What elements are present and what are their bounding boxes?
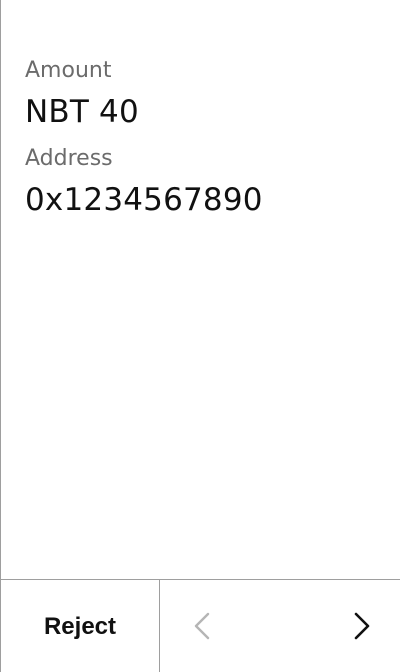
confirm-transaction-screen: Amount NBT 40 Address 0x1234567890 Rejec… bbox=[0, 0, 400, 672]
chevron-left-icon bbox=[194, 612, 210, 640]
transaction-details: Amount NBT 40 Address 0x1234567890 bbox=[25, 56, 376, 232]
amount-value: NBT 40 bbox=[25, 94, 139, 130]
chevron-right-icon bbox=[354, 612, 370, 640]
previous-button[interactable] bbox=[188, 608, 216, 644]
next-button[interactable] bbox=[348, 608, 376, 644]
amount-label: Amount bbox=[25, 58, 112, 83]
reject-button[interactable]: Reject bbox=[1, 580, 160, 672]
action-bar: Reject bbox=[1, 579, 400, 672]
address-value: 0x1234567890 bbox=[25, 182, 263, 218]
address-label: Address bbox=[25, 146, 113, 171]
pagination-controls bbox=[160, 580, 400, 672]
